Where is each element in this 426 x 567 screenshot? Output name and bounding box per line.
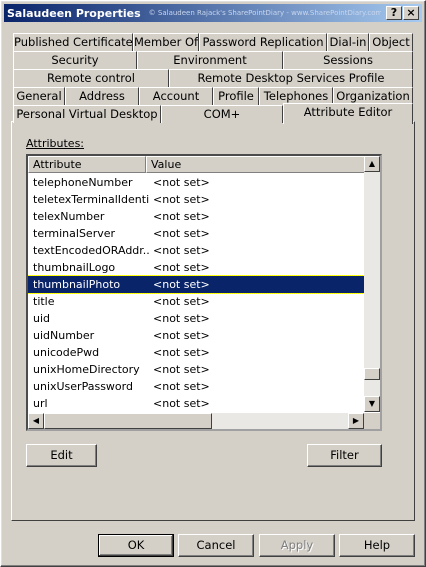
table-row[interactable]: unixUserPassword <not set>: [28, 378, 368, 395]
attribute-value-cell: <not set>: [153, 380, 210, 393]
attribute-name-cell: unixUserPassword: [33, 380, 133, 393]
tab-published-certificates[interactable]: Published Certificates: [13, 33, 133, 51]
tab-row-2: Security Environment Sessions: [13, 51, 413, 69]
attribute-name-cell: thumbnailPhoto: [33, 278, 121, 291]
title-bar[interactable]: Salaudeen Properties © Salaudeen Rajack'…: [4, 4, 422, 22]
tab-row-3: Remote control Remote Desktop Services P…: [13, 69, 413, 87]
watermark-text: © Salaudeen Rajack's SharePointDiary - w…: [148, 9, 381, 17]
tab-member-of[interactable]: Member Of: [133, 33, 199, 51]
attribute-name-cell: telephoneNumber: [33, 176, 133, 189]
attribute-name-cell: unixHomeDirectory: [33, 363, 140, 376]
tab-personal-virtual-desktop[interactable]: Personal Virtual Desktop: [13, 105, 161, 123]
attribute-name-cell: terminalServer: [33, 227, 116, 240]
attribute-value-cell: <not set>: [153, 346, 210, 359]
attribute-value-cell: <not set>: [153, 397, 210, 410]
attribute-value-cell: <not set>: [153, 244, 210, 257]
table-row[interactable]: unicodePwd <not set>: [28, 344, 368, 361]
attribute-value-cell: <not set>: [153, 227, 210, 240]
table-row[interactable]: title <not set>: [28, 293, 368, 310]
cancel-button[interactable]: Cancel: [178, 534, 254, 557]
help-button[interactable]: Help: [339, 534, 415, 557]
attribute-name-cell: telexNumber: [33, 210, 105, 223]
attribute-name-cell: title: [33, 295, 55, 308]
tab-security[interactable]: Security: [13, 51, 137, 69]
tab-object[interactable]: Object: [369, 33, 413, 51]
table-row[interactable]: teletexTerminalIdentifier <not set>: [28, 191, 368, 208]
tab-attribute-editor[interactable]: Attribute Editor: [283, 103, 413, 124]
scroll-up-arrow-icon[interactable]: ▲: [364, 156, 380, 172]
edit-button[interactable]: Edit: [26, 444, 97, 467]
properties-dialog: Salaudeen Properties © Salaudeen Rajack'…: [0, 0, 426, 567]
horizontal-scroll-thumb[interactable]: [44, 413, 212, 429]
table-row[interactable]: telephoneNumber <not set>: [28, 174, 368, 191]
attributes-list[interactable]: Attribute Value telephoneNumber <not set>…: [26, 154, 382, 431]
tab-profile[interactable]: Profile: [213, 87, 259, 105]
attribute-name-cell: uid: [33, 312, 51, 325]
attribute-value-cell: <not set>: [153, 261, 210, 274]
table-row[interactable]: url <not set>: [28, 395, 368, 412]
table-row[interactable]: unixHomeDirectory <not set>: [28, 361, 368, 378]
window-title: Salaudeen Properties: [7, 6, 141, 20]
scroll-corner: [364, 413, 380, 429]
horizontal-scrollbar[interactable]: ◀ ▶: [28, 413, 364, 429]
attribute-value-cell: <not set>: [153, 278, 210, 291]
tab-environment[interactable]: Environment: [137, 51, 283, 69]
vertical-scrollbar[interactable]: ▲ ▼: [364, 156, 380, 412]
table-row[interactable]: terminalServer <not set>: [28, 225, 368, 242]
scroll-left-arrow-icon[interactable]: ◀: [28, 413, 44, 429]
tab-general[interactable]: General: [13, 87, 65, 105]
table-row[interactable]: thumbnailLogo <not set>: [28, 259, 368, 276]
attribute-name-cell: teletexTerminalIdentifier: [33, 193, 149, 206]
vertical-scroll-thumb[interactable]: [364, 368, 380, 380]
filter-button[interactable]: Filter: [307, 444, 382, 467]
table-row[interactable]: telexNumber <not set>: [28, 208, 368, 225]
attribute-name-cell: uidNumber: [33, 329, 95, 342]
scroll-down-arrow-icon[interactable]: ▼: [364, 396, 380, 412]
table-row[interactable]: thumbnailPhoto <not set>: [28, 275, 369, 294]
column-header-attribute[interactable]: Attribute: [28, 156, 146, 173]
tab-row-1: Published Certificates Member Of Passwor…: [13, 33, 413, 51]
attribute-name-cell: url: [33, 397, 48, 410]
tab-remote-control[interactable]: Remote control: [13, 69, 169, 87]
tab-remote-desktop-services-profile[interactable]: Remote Desktop Services Profile: [169, 69, 413, 87]
tab-dial-in[interactable]: Dial-in: [327, 33, 369, 51]
attribute-value-cell: <not set>: [153, 312, 210, 325]
column-header-value[interactable]: Value: [146, 156, 366, 173]
attribute-value-cell: <not set>: [153, 193, 210, 206]
ok-button[interactable]: OK: [98, 534, 174, 557]
close-title-button[interactable]: ×: [403, 6, 419, 20]
tab-sessions[interactable]: Sessions: [283, 51, 413, 69]
table-row[interactable]: uidNumber <not set>: [28, 327, 368, 344]
attribute-name-cell: thumbnailLogo: [33, 261, 116, 274]
attribute-value-cell: <not set>: [153, 176, 210, 189]
attribute-value-cell: <not set>: [153, 210, 210, 223]
attribute-value-cell: <not set>: [153, 363, 210, 376]
attribute-value-cell: <not set>: [153, 295, 210, 308]
table-row[interactable]: textEncodedORAddr... <not set>: [28, 242, 368, 259]
apply-button[interactable]: Apply: [259, 534, 335, 557]
table-row[interactable]: uid <not set>: [28, 310, 368, 327]
help-title-button[interactable]: ?: [386, 6, 402, 20]
tab-com-plus[interactable]: COM+: [161, 105, 283, 123]
attribute-value-cell: <not set>: [153, 329, 210, 342]
scroll-right-arrow-icon[interactable]: ▶: [348, 413, 364, 429]
attribute-name-cell: unicodePwd: [33, 346, 100, 359]
tab-account[interactable]: Account: [139, 87, 213, 105]
tab-password-replication[interactable]: Password Replication: [199, 33, 327, 51]
attribute-name-cell: textEncodedORAddr...: [33, 244, 149, 257]
attributes-label: Attributes:: [26, 137, 85, 150]
tab-address[interactable]: Address: [65, 87, 139, 105]
tab-row-5: Personal Virtual Desktop COM+ Attribute …: [13, 103, 413, 124]
